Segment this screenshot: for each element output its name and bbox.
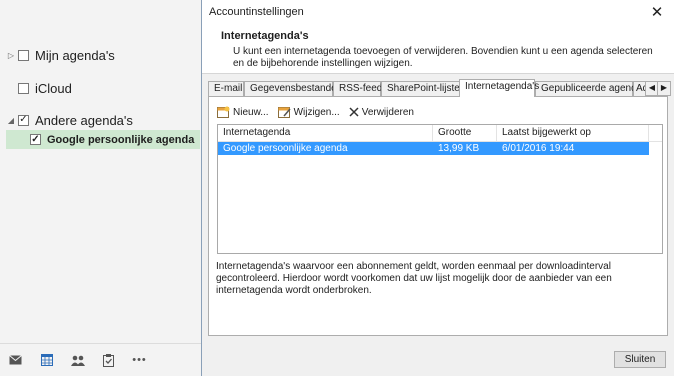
dialog-body: E-mail Gegevensbestanden RSS-feeds Share… <box>202 73 674 376</box>
group-andere-agendas[interactable]: ◢ ✓ Andere agenda's <box>0 109 133 131</box>
column-header-updated[interactable]: Laatst bijgewerkt op <box>497 125 649 141</box>
dialog-titlebar: Accountinstellingen ✕ <box>202 0 674 24</box>
internet-calendars-panel: Nieuw... Wijzigen... Verwijderen Interne… <box>208 96 668 336</box>
header-description: U kunt een internetagenda toevoegen of v… <box>233 46 653 69</box>
internet-calendar-list[interactable]: Internetagenda Grootte Laatst bijgewerkt… <box>217 124 663 254</box>
group-label: Mijn agenda's <box>35 47 115 63</box>
delete-button[interactable]: Verwijderen <box>349 104 414 120</box>
calendar-checkbox[interactable]: ✓ <box>30 134 41 145</box>
tab-data-files[interactable]: Gegevensbestanden <box>244 81 342 96</box>
close-icon[interactable]: ✕ <box>648 3 666 21</box>
row-name: Google persoonlijke agenda <box>223 143 348 154</box>
delete-icon <box>349 107 359 117</box>
navigation-bar: ••• <box>0 343 203 376</box>
group-checkbox[interactable] <box>18 82 29 94</box>
tab-sharepoint-lists[interactable]: SharePoint-lijsten <box>381 81 465 96</box>
dialog-title: Accountinstellingen <box>209 6 304 18</box>
dialog-header: Internetagenda's U kunt een internetagen… <box>202 24 674 74</box>
tab-internet-calendars[interactable]: Internetagenda's <box>459 79 539 97</box>
tab-email[interactable]: E-mail <box>208 81 244 96</box>
edit-button-label: Wijzigen... <box>293 106 340 118</box>
column-header-name[interactable]: Internetagenda <box>218 125 433 141</box>
collapse-arrow-icon[interactable]: ◢ <box>4 116 18 125</box>
delete-button-label: Verwijderen <box>361 106 414 118</box>
group-mijn-agendas[interactable]: ▷ Mijn agenda's <box>0 44 115 66</box>
account-settings-dialog: Accountinstellingen ✕ Internetagenda's U… <box>201 0 674 376</box>
group-icloud[interactable]: iCloud <box>0 77 72 99</box>
tab-scroll-right-icon[interactable]: ▶ <box>657 81 671 96</box>
edit-button[interactable]: Wijzigen... <box>277 104 340 120</box>
group-checkbox[interactable] <box>18 49 29 61</box>
folder-pane: ▷ Mijn agenda's iCloud ◢ ✓ Andere agenda… <box>0 0 203 376</box>
people-icon[interactable] <box>62 344 93 376</box>
expand-arrow-icon[interactable]: ▷ <box>4 51 18 60</box>
table-row[interactable]: Google persoonlijke agenda 13,99 KB 6/01… <box>218 142 649 155</box>
tab-published-calendars[interactable]: Gepubliceerde agenda's <box>535 81 649 96</box>
list-header: Internetagenda Grootte Laatst bijgewerkt… <box>218 125 662 142</box>
tab-strip: E-mail Gegevensbestanden RSS-feeds Share… <box>208 79 671 97</box>
more-icon[interactable]: ••• <box>124 344 155 376</box>
tasks-icon[interactable] <box>93 344 124 376</box>
calendar-item-label: Google persoonlijke agenda <box>47 133 195 146</box>
group-label: Andere agenda's <box>35 112 133 128</box>
calendar-item-google[interactable]: ✓ Google persoonlijke agenda <box>6 130 200 149</box>
header-title: Internetagenda's <box>221 30 309 42</box>
edit-calendar-icon <box>277 107 291 118</box>
group-checkbox[interactable]: ✓ <box>18 114 29 126</box>
close-button[interactable]: Sluiten <box>614 351 666 368</box>
tab-rss-feeds[interactable]: RSS-feeds <box>333 81 387 96</box>
row-updated: 6/01/2016 19:44 <box>502 143 575 154</box>
new-button[interactable]: Nieuw... <box>217 104 269 120</box>
info-text: Internetagenda's waarvoor een abonnement… <box>216 261 612 296</box>
group-label: iCloud <box>35 80 72 96</box>
column-header-size[interactable]: Grootte <box>433 125 497 141</box>
calendar-icon[interactable] <box>31 344 62 376</box>
new-button-label: Nieuw... <box>233 106 269 118</box>
calendar-toolbar: Nieuw... Wijzigen... Verwijderen <box>217 104 423 120</box>
row-size: 13,99 KB <box>438 143 480 154</box>
new-calendar-icon <box>217 106 230 118</box>
mail-icon[interactable] <box>0 344 31 376</box>
